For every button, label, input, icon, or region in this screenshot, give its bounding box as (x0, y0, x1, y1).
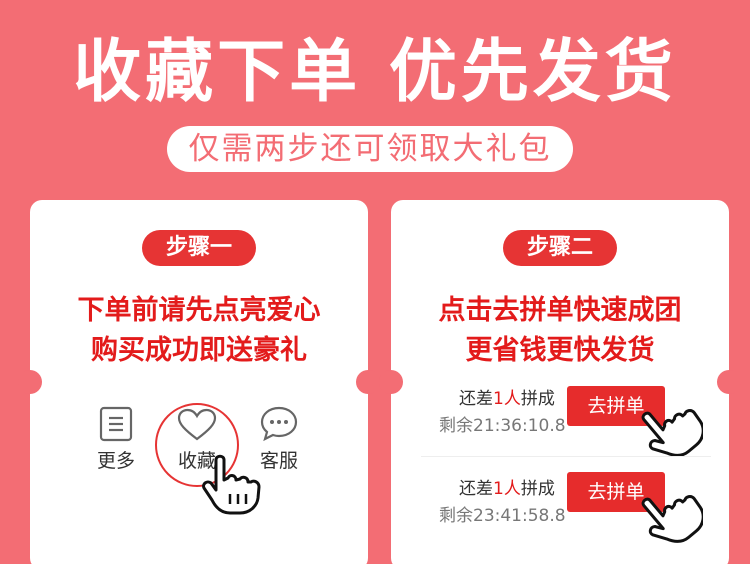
card-notch (356, 370, 380, 394)
headline: 收藏下单 优先发货 (73, 33, 677, 112)
card-notch (18, 370, 42, 394)
more-button[interactable]: 更多 (90, 406, 142, 473)
step-two-card: 步骤二 点击去拼单快速成团 更省钱更快发货 还差1人拼成 剩余21:36:10.… (391, 200, 729, 564)
step-two-badge: 步骤二 (503, 230, 617, 266)
group-remaining-text: 还差1人拼成 (459, 384, 555, 409)
group-suffix: 拼成 (520, 479, 555, 499)
row-divider (421, 456, 711, 457)
menu-list-icon (99, 406, 133, 442)
group-timer: 剩余21:36:10.8 (439, 416, 566, 436)
group-prefix: 还差 (459, 389, 493, 409)
step-two-line1: 点击去拼单快速成团 (438, 295, 682, 326)
card-notch (379, 370, 403, 394)
group-prefix: 还差 (459, 479, 493, 499)
group-count: 1人 (493, 479, 521, 499)
heart-icon (177, 408, 217, 441)
subtitle-pill: 仅需两步还可领取大礼包 (167, 126, 573, 172)
more-label: 更多 (96, 450, 135, 472)
group-count: 1人 (493, 389, 521, 409)
step-one-line2: 购买成功即送豪礼 (91, 335, 307, 366)
group-suffix: 拼成 (520, 389, 555, 409)
chat-bubble-icon (260, 406, 298, 442)
pointing-hand-icon (641, 495, 703, 543)
group-timer: 剩余23:41:58.8 (439, 506, 566, 526)
step-one-badge: 步骤一 (142, 230, 256, 266)
group-remaining-text: 还差1人拼成 (459, 474, 555, 499)
step-two-line2: 更省钱更快发货 (465, 335, 655, 366)
step-one-line1: 下单前请先点亮爱心 (77, 295, 321, 326)
pointing-hand-icon (202, 454, 261, 515)
card-notch (717, 370, 741, 394)
pointing-hand-icon (641, 409, 703, 457)
step-one-card: 步骤一 下单前请先点亮爱心 购买成功即送豪礼 更多 收藏 客服 (30, 200, 368, 564)
